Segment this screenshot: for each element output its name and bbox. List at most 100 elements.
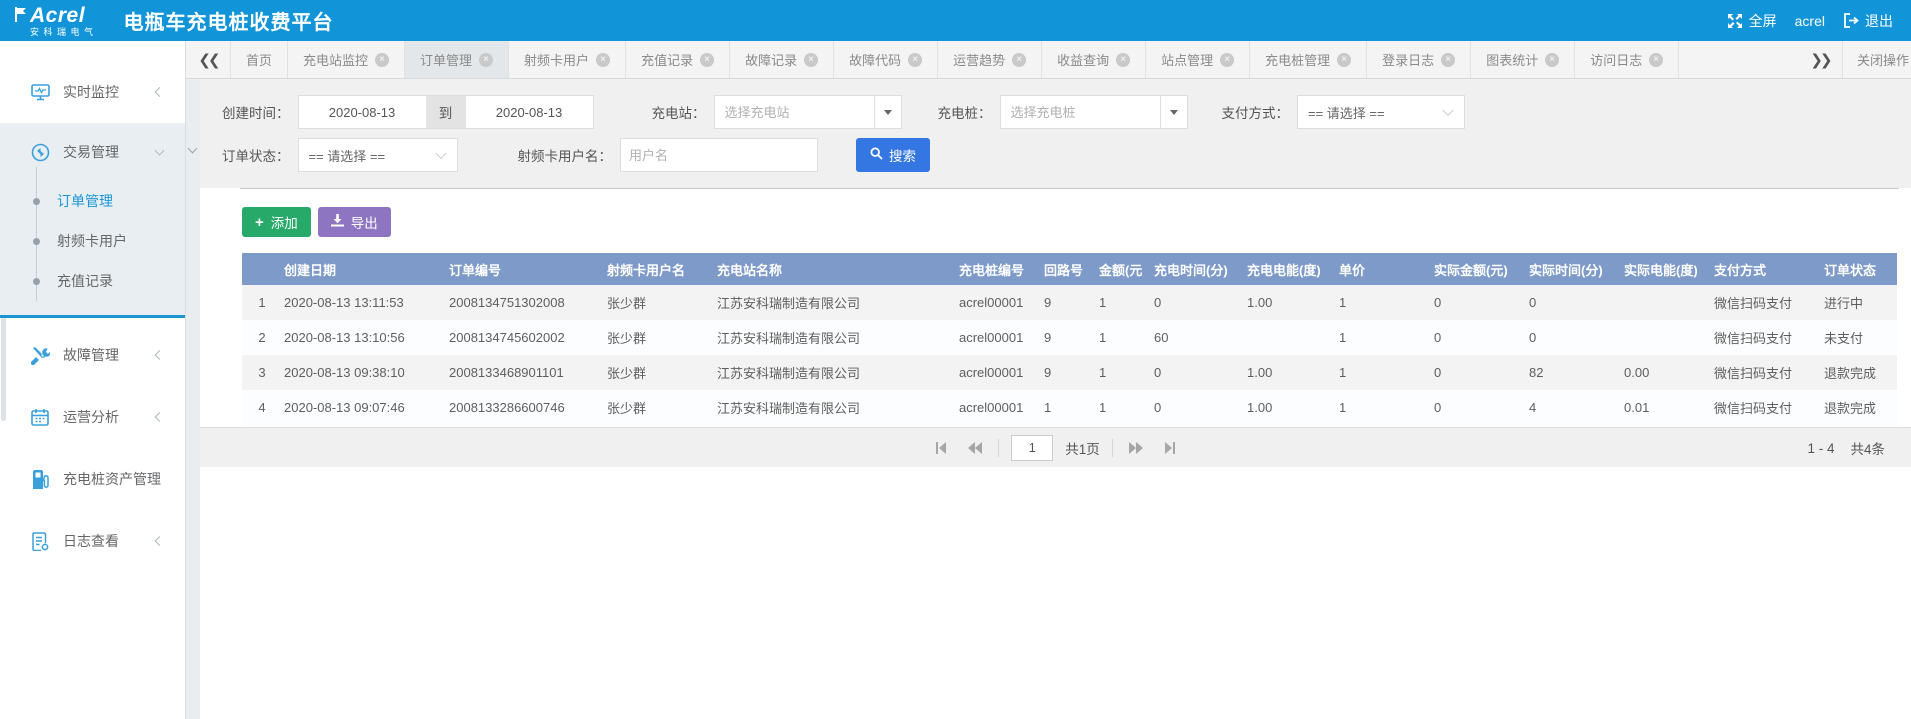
station-combobox	[714, 95, 902, 129]
sidebar-item-label: 交易管理	[63, 142, 119, 162]
tab-订单管理[interactable]: 订单管理 ×	[405, 41, 509, 78]
tab-close-icon[interactable]: ×	[375, 53, 389, 67]
sidebar-item-log-view[interactable]: 日志查看	[0, 510, 185, 572]
table-cell: 1	[1337, 390, 1432, 425]
sidebar-item-label: 故障管理	[63, 345, 119, 365]
tab-充值记录[interactable]: 充值记录×	[626, 41, 730, 78]
page-next-icon[interactable]	[1125, 437, 1147, 459]
sidebar-item-pile-asset-mgmt[interactable]: 充电桩资产管理	[0, 448, 185, 510]
tab-close-icon[interactable]: ×	[1545, 53, 1559, 67]
table-cell	[1622, 320, 1712, 355]
app-window: Acrel 安科瑞电气 电瓶车充电桩收费平台 全屏 acrel 退出	[0, 0, 1911, 719]
sidebar-item-transaction-mgmt[interactable]: 交易管理	[0, 123, 185, 181]
tab-运营趋势[interactable]: 运营趋势×	[938, 41, 1042, 78]
sidebar-item-rfid-users[interactable]: 射频卡用户	[0, 221, 185, 261]
export-button[interactable]: 导出	[318, 207, 391, 237]
tab-站点管理[interactable]: 站点管理×	[1146, 41, 1250, 78]
column-header: 订单状态	[1822, 253, 1897, 285]
tab-close-icon[interactable]: ×	[804, 53, 818, 67]
tab-登录日志[interactable]: 登录日志×	[1367, 41, 1471, 78]
table-cell: 0	[1432, 390, 1527, 425]
pay-type-select[interactable]: == 请选择 ==	[1297, 95, 1465, 129]
rfid-user-input[interactable]	[620, 138, 818, 172]
column-header-index	[242, 253, 282, 285]
tab-close-icon[interactable]: ×	[1116, 53, 1130, 67]
sidebar-group-transaction-mgmt: 交易管理订单管理射频卡用户充值记录	[0, 123, 185, 318]
tab-故障记录[interactable]: 故障记录×	[730, 41, 834, 78]
page-number-input[interactable]	[1011, 435, 1053, 461]
chevron-left-icon	[155, 87, 165, 97]
username[interactable]: acrel	[1795, 13, 1825, 29]
tab-close-icon[interactable]: ×	[1337, 53, 1351, 67]
tabs: 首页充电站监控×订单管理×射频卡用户×充值记录×故障记录×故障代码×运营趋势×收…	[230, 41, 1679, 78]
logout-button[interactable]: 退出	[1843, 11, 1893, 31]
table-cell: acrel00001	[957, 285, 1042, 320]
tab-充电站监控[interactable]: 充电站监控×	[288, 41, 405, 78]
pile-input[interactable]	[1000, 95, 1160, 129]
table-cell: 江苏安科瑞制造有限公司	[715, 390, 957, 425]
collapse-gutter	[186, 79, 200, 719]
tab-close-icon[interactable]: ×	[908, 53, 922, 67]
order-status-value: == 请选择 ==	[309, 146, 386, 165]
tab-label: 射频卡用户	[524, 50, 589, 69]
table-cell: 0	[1432, 355, 1527, 390]
column-header: 实际电能(度)	[1622, 253, 1712, 285]
tab-close-icon[interactable]: ×	[700, 53, 714, 67]
pagination-separator	[998, 439, 999, 457]
tab-访问日志[interactable]: 访问日志×	[1575, 41, 1679, 78]
order-status-select[interactable]: == 请选择 ==	[298, 138, 458, 172]
page-first-icon[interactable]	[930, 437, 952, 459]
page-prev-icon[interactable]	[964, 437, 986, 459]
create-time-to-input[interactable]	[466, 95, 594, 129]
create-time-from-input[interactable]	[298, 95, 426, 129]
row-index-cell: 1	[242, 285, 282, 320]
page-last-icon[interactable]	[1159, 437, 1181, 459]
sidebar-item-realtime-monitor[interactable]: 实时监控	[0, 61, 185, 123]
tab-label: 订单管理	[420, 50, 472, 69]
sidebar-item-order-mgmt[interactable]: 订单管理	[0, 181, 185, 221]
sidebar-item-fault-mgmt[interactable]: 故障管理	[0, 324, 185, 386]
station-dropdown-arrow-icon[interactable]	[874, 95, 902, 129]
table-row[interactable]: 42020-08-13 09:07:462008133286600746张少群江…	[242, 390, 1897, 425]
pile-dropdown-arrow-icon[interactable]	[1160, 95, 1188, 129]
empty-area	[200, 467, 1911, 719]
tab-射频卡用户[interactable]: 射频卡用户 ×	[509, 41, 626, 78]
tab-label: 收益查询	[1057, 50, 1109, 69]
search-button[interactable]: 搜索	[856, 138, 930, 172]
tab-close-icon[interactable]: ×	[1649, 53, 1663, 67]
flag-icon	[14, 7, 27, 22]
date-to-label: 到	[426, 95, 466, 129]
tabs-scroll-left-icon[interactable]: ❮❮	[186, 41, 230, 78]
column-header: 订单编号	[447, 253, 605, 285]
monitor-icon	[30, 82, 50, 102]
pile-combobox	[1000, 95, 1188, 129]
tab-close-icon[interactable]: ×	[1012, 53, 1026, 67]
tab-图表统计[interactable]: 图表统计×	[1471, 41, 1575, 78]
tab-首页[interactable]: 首页	[230, 41, 288, 78]
tab-close-icon[interactable]: ×	[1441, 53, 1455, 67]
add-button[interactable]: + 添加	[242, 207, 311, 237]
column-header: 支付方式	[1712, 253, 1822, 285]
tab-close-icon[interactable]: ×	[596, 53, 610, 67]
tabs-scroll-right-icon[interactable]: ❯❯	[1798, 41, 1842, 78]
tab-收益查询[interactable]: 收益查询 ×	[1042, 41, 1146, 78]
chevron-left-icon	[155, 350, 165, 360]
tab-故障代码[interactable]: 故障代码×	[834, 41, 938, 78]
station-input[interactable]	[714, 95, 874, 129]
tab-close-icon[interactable]: ×	[479, 53, 493, 67]
table-row[interactable]: 12020-08-13 13:11:532008134751302008张少群江…	[242, 285, 1897, 320]
table-cell: 0	[1527, 285, 1622, 320]
sidebar-item-recharge-records[interactable]: 充值记录	[0, 261, 185, 301]
gutter-chevron-down-icon[interactable]	[188, 144, 198, 154]
sidebar-item-operation-analysis[interactable]: 运营分析	[0, 386, 185, 448]
table-cell: 1.00	[1245, 285, 1337, 320]
table-cell: 2008133286600746	[447, 390, 605, 425]
sidebar-group-fault-mgmt: 故障管理	[0, 324, 185, 386]
close-all-tabs-button[interactable]: 关闭操作	[1842, 41, 1911, 78]
table-row[interactable]: 32020-08-13 09:38:102008133468901101张少群江…	[242, 355, 1897, 390]
chevron-left-icon	[155, 536, 165, 546]
table-row[interactable]: 22020-08-13 13:10:562008134745602002张少群江…	[242, 320, 1897, 355]
fullscreen-button[interactable]: 全屏	[1727, 11, 1777, 31]
tab-充电桩管理[interactable]: 充电桩管理×	[1250, 41, 1367, 78]
tab-close-icon[interactable]: ×	[1220, 53, 1234, 67]
